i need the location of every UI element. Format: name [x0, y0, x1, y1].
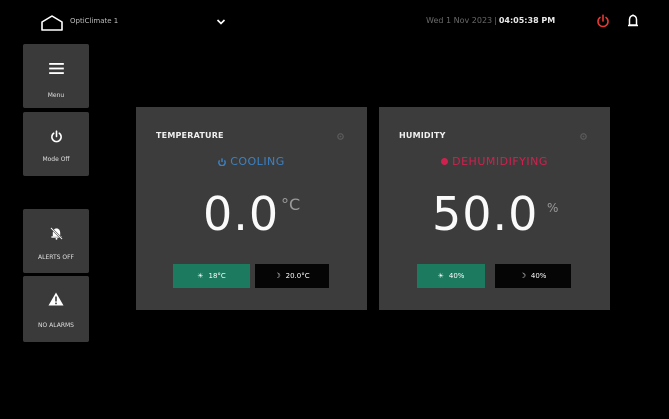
- bell-icon[interactable]: [627, 13, 639, 29]
- temperature-title: TEMPERATURE: [156, 131, 224, 140]
- device-name[interactable]: OptiClimate 1: [70, 17, 118, 25]
- humidity-status: DEHUMIDIFYING: [379, 155, 610, 168]
- cooling-icon: [218, 158, 227, 167]
- house-icon[interactable]: [40, 14, 64, 32]
- humidity-unit: %: [547, 201, 559, 215]
- current-date: Wed 1 Nov 2023: [426, 16, 493, 25]
- moon-icon: ☽: [519, 272, 526, 280]
- night-humidity-value: 40%: [530, 272, 547, 280]
- date-time: Wed 1 Nov 2023 | 04:05:38 PM: [426, 16, 555, 25]
- day-temperature-setpoint[interactable]: ☀ 18°C: [173, 264, 250, 288]
- day-humidity-value: 40%: [448, 272, 465, 280]
- humidity-title: HUMIDITY: [399, 131, 446, 140]
- warning-triangle-icon: [48, 292, 64, 306]
- temperature-status-label: COOLING: [230, 155, 285, 168]
- day-humidity-setpoint[interactable]: ☀ 40%: [417, 264, 485, 288]
- humidity-card[interactable]: HUMIDITY DEHUMIDIFYING 50.0 % ☀ 40% ☽ 40%: [379, 107, 610, 310]
- night-temperature-setpoint[interactable]: ☽ 20.0°C: [255, 264, 329, 288]
- temperature-unit: °C: [281, 195, 301, 214]
- gear-icon[interactable]: [336, 132, 345, 141]
- night-humidity-setpoint[interactable]: ☽ 40%: [495, 264, 571, 288]
- temperature-value: 0.0: [203, 187, 280, 241]
- temperature-status: COOLING: [136, 155, 367, 168]
- sun-icon: ☀: [197, 272, 204, 280]
- mode-off-button[interactable]: Mode Off: [23, 112, 89, 176]
- menu-label: Menu: [47, 92, 65, 99]
- moon-icon: ☽: [274, 272, 281, 280]
- temperature-card[interactable]: TEMPERATURE COOLING 0.0 °C ☀ 18°C ☽ 20.0°C: [136, 107, 367, 310]
- chevron-down-icon[interactable]: [216, 18, 226, 26]
- date-time-separator: |: [494, 16, 497, 25]
- humidity-value: 50.0: [432, 187, 539, 241]
- humidity-status-label: DEHUMIDIFYING: [452, 155, 548, 168]
- mode-off-label: Mode Off: [42, 156, 70, 163]
- top-bar: OptiClimate 1 Wed 1 Nov 2023 | 04:05:38 PM: [0, 0, 669, 40]
- dehumidify-icon: [441, 158, 449, 165]
- power-icon: [51, 130, 62, 143]
- no-alarms-button[interactable]: NO ALARMS: [23, 276, 89, 342]
- current-time: 04:05:38 PM: [498, 16, 556, 25]
- gear-icon[interactable]: [579, 132, 588, 141]
- alerts-off-button[interactable]: ALERTS OFF: [23, 209, 89, 273]
- hamburger-icon: [49, 63, 64, 74]
- bell-muted-icon: [50, 227, 63, 240]
- sun-icon: ☀: [437, 272, 444, 280]
- night-temperature-value: 20.0°C: [285, 272, 310, 280]
- alerts-off-label: ALERTS OFF: [38, 254, 74, 261]
- day-temperature-value: 18°C: [208, 272, 226, 280]
- no-alarms-label: NO ALARMS: [38, 322, 74, 329]
- menu-button[interactable]: Menu: [23, 44, 89, 108]
- power-icon[interactable]: [596, 14, 610, 28]
